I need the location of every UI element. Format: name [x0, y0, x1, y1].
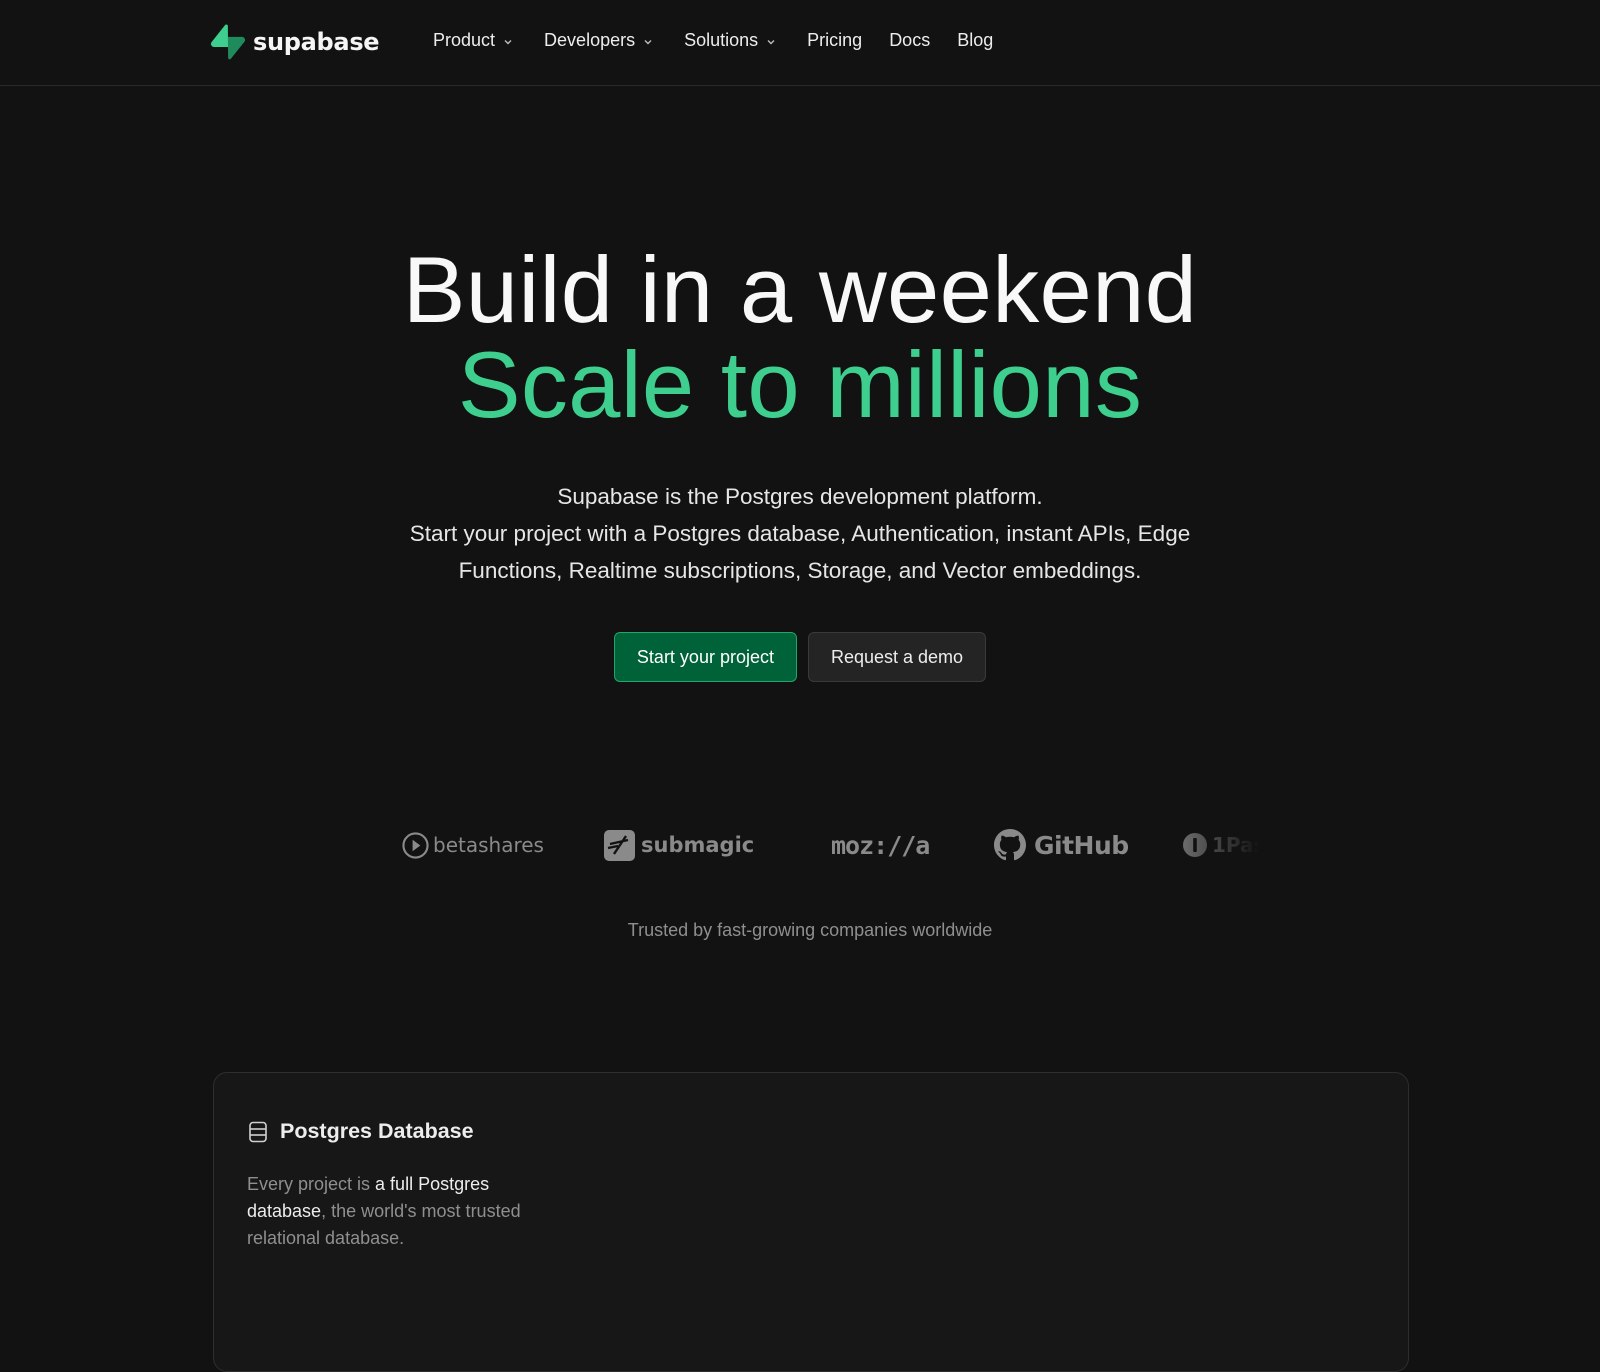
hero-title-line1: Build in a weekend	[402, 237, 1198, 342]
github-logo: GitHub	[994, 820, 1129, 870]
customer-logos: betashares submagic moz://a GitHub 1Pass…	[400, 820, 1260, 870]
database-icon	[249, 1121, 267, 1142]
nav-developers-label: Developers	[544, 30, 636, 50]
request-demo-button[interactable]: Request a demo	[807, 632, 987, 682]
nav-solutions[interactable]: Solutions	[684, 30, 776, 51]
chevron-down-icon	[504, 40, 512, 45]
trusted-caption: Trusted by fast-growing companies worldw…	[627, 920, 993, 940]
hero-subtitle-line1: Supabase is the Postgres development pla…	[557, 484, 1043, 509]
github-wordmark: GitHub	[1034, 830, 1129, 860]
betashares-logo: betashares	[402, 820, 544, 870]
nav-solutions-label: Solutions	[684, 30, 759, 50]
supabase-logo[interactable]: supabase	[211, 24, 380, 60]
mozilla-wordmark: moz://a	[831, 830, 930, 860]
nav-developers[interactable]: Developers	[544, 30, 653, 51]
top-navbar: supabase Product Developers Solutions Pr…	[0, 0, 1600, 86]
submagic-logo: submagic	[604, 820, 754, 870]
1password-mark-icon	[1183, 833, 1207, 857]
start-project-button[interactable]: Start your project	[613, 632, 797, 682]
nav-blog[interactable]: Blog	[957, 30, 993, 51]
hero-subtitle-line3: Functions, Realtime subscriptions, Stora…	[458, 558, 1142, 583]
betashares-mark-icon	[402, 831, 429, 859]
hero-subtitle: Supabase is the Postgres development pla…	[0, 478, 1600, 589]
chevron-down-icon	[644, 40, 652, 45]
hero-title-line2: Scale to millions	[457, 332, 1143, 437]
1password-wordmark: 1Password	[1212, 833, 1260, 857]
nav-product-label: Product	[433, 30, 496, 50]
feature-card-postgres[interactable]: Postgres Database Every project is a ful…	[213, 1072, 1409, 1372]
hero-subtitle-line2: Start your project with a Postgres datab…	[409, 521, 1191, 546]
hero-title: Build in a weekend Scale to millions	[0, 242, 1600, 432]
logo-wordmark: supabase	[253, 28, 380, 56]
submagic-wordmark: submagic	[641, 833, 755, 857]
nav-product[interactable]: Product	[433, 30, 513, 51]
submagic-mark-icon	[604, 829, 635, 861]
1password-logo: 1Password	[1182, 820, 1260, 870]
nav-docs[interactable]: Docs	[889, 30, 930, 51]
hero-cta-group: Start your project Request a demo	[0, 632, 1600, 682]
feature-card-title: Postgres Database	[280, 1119, 474, 1143]
primary-nav: Product Developers Solutions Pricing Doc…	[433, 30, 993, 51]
chevron-down-icon	[767, 40, 775, 45]
feature-card-description: Every project is a full Postgres databas…	[247, 1171, 557, 1252]
github-mark-icon	[994, 829, 1026, 861]
supabase-logo-icon	[211, 24, 245, 60]
feature-card-header: Postgres Database	[248, 1119, 474, 1144]
mozilla-logo: moz://a	[831, 820, 930, 870]
betashares-wordmark: betashares	[433, 833, 544, 857]
nav-pricing[interactable]: Pricing	[807, 30, 862, 51]
feature-desc-prefix: Every project is	[247, 1174, 376, 1194]
